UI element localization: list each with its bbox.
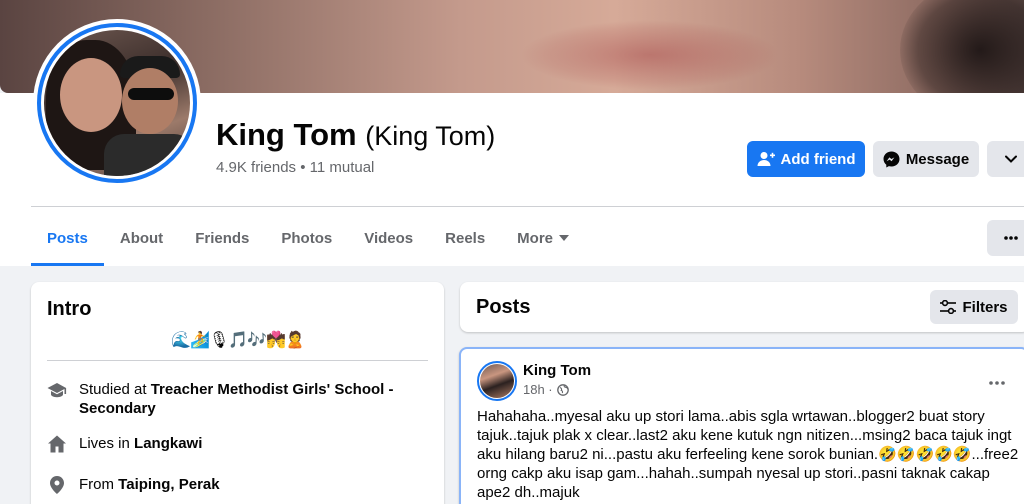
filters-label: Filters — [962, 298, 1008, 316]
intro-bio: 🌊🏄🎙🎵🎶💏🙎 — [171, 332, 305, 349]
picture-detail — [128, 88, 174, 100]
sliders-icon — [940, 300, 957, 314]
profile-options-button[interactable] — [987, 141, 1024, 177]
intro-hometown-text: From Taiping, Perak — [79, 475, 220, 494]
more-horizontal-icon — [989, 381, 1005, 385]
add-friend-button[interactable]: Add friend — [747, 141, 865, 177]
intro-residence-prefix: Lives in — [79, 435, 135, 452]
hometown-link[interactable]: Taiping, Perak — [118, 476, 219, 493]
profile-name-main: King Tom — [216, 117, 357, 152]
profile-picture — [44, 30, 190, 176]
home-icon — [48, 435, 66, 453]
tab-posts[interactable]: Posts — [31, 210, 104, 266]
tab-label: More — [517, 229, 554, 247]
cover-photo-detail — [520, 20, 780, 90]
posts-title: Posts — [476, 296, 531, 318]
intro-education-prefix: Studied at — [79, 381, 151, 398]
chevron-down-icon — [1005, 155, 1017, 163]
post-card: King Tom 18h · Hahahaha..myesal aku up s… — [459, 347, 1024, 504]
message-label: Message — [905, 150, 970, 168]
location-pin-icon — [50, 476, 64, 494]
profile-tabs: Posts About Friends Photos Videos Reels … — [31, 210, 585, 266]
messenger-icon — [883, 151, 900, 167]
intro-hometown-prefix: From — [79, 476, 119, 493]
tab-videos[interactable]: Videos — [348, 210, 429, 266]
tab-label: Posts — [47, 229, 88, 247]
tab-more[interactable]: More — [501, 210, 585, 266]
story-ring — [37, 23, 197, 183]
post-time-text: 18h · — [523, 382, 553, 397]
intro-residence-text: Lives in Langkawi — [79, 434, 202, 453]
tab-reels[interactable]: Reels — [429, 210, 501, 266]
tab-photos[interactable]: Photos — [265, 210, 348, 266]
graduation-cap-icon — [47, 383, 67, 398]
filters-button[interactable]: Filters — [930, 290, 1018, 324]
message-button[interactable]: Message — [873, 141, 979, 177]
posts-header-card: Posts Filters — [460, 282, 1024, 332]
picture-detail — [122, 68, 178, 134]
header-divider — [31, 206, 1024, 207]
post-author-avatar[interactable] — [477, 361, 517, 401]
globe-icon — [556, 383, 569, 396]
intro-residence: Lives in Langkawi — [47, 434, 428, 454]
tab-label: Photos — [281, 229, 333, 247]
add-person-icon — [757, 152, 775, 166]
intro-title: Intro — [47, 298, 92, 320]
tab-label: Friends — [195, 229, 250, 247]
post-timestamp[interactable]: 18h · — [523, 382, 569, 397]
tabs-more-options-button[interactable] — [987, 220, 1024, 256]
residence-link[interactable]: Langkawi — [134, 435, 202, 452]
tab-about[interactable]: About — [104, 210, 179, 266]
tab-label: Videos — [364, 229, 414, 247]
more-horizontal-icon — [1004, 236, 1018, 240]
cover-photo-detail — [900, 0, 1024, 93]
post-options-button[interactable] — [989, 369, 1005, 390]
intro-card: Intro 🌊🏄🎙🎵🎶💏🙎 Studied at Treacher Method… — [31, 282, 444, 504]
tab-friends[interactable]: Friends — [179, 210, 265, 266]
post-body: Hahahaha..myesal aku up stori lama..abis… — [477, 408, 1019, 501]
profile-name-alt: (King Tom) — [365, 121, 496, 151]
intro-education-text: Studied at Treacher Methodist Girls' Sch… — [79, 380, 428, 418]
tab-label: About — [119, 229, 164, 247]
add-friend-label: Add friend — [780, 150, 856, 168]
friends-summary[interactable]: 4.9K friends • 11 mutual — [216, 159, 374, 176]
picture-detail — [104, 134, 190, 176]
post-author-name[interactable]: King Tom — [523, 362, 591, 379]
intro-hometown: From Taiping, Perak — [47, 475, 428, 495]
intro-education: Studied at Treacher Methodist Girls' Sch… — [47, 380, 428, 418]
caret-down-icon — [559, 235, 570, 241]
post-author-picture — [480, 364, 514, 398]
profile-avatar[interactable] — [33, 19, 201, 187]
picture-detail — [60, 58, 122, 132]
profile-name: King Tom (King Tom) — [216, 117, 495, 153]
intro-divider — [47, 360, 428, 361]
tab-label: Reels — [445, 229, 486, 247]
